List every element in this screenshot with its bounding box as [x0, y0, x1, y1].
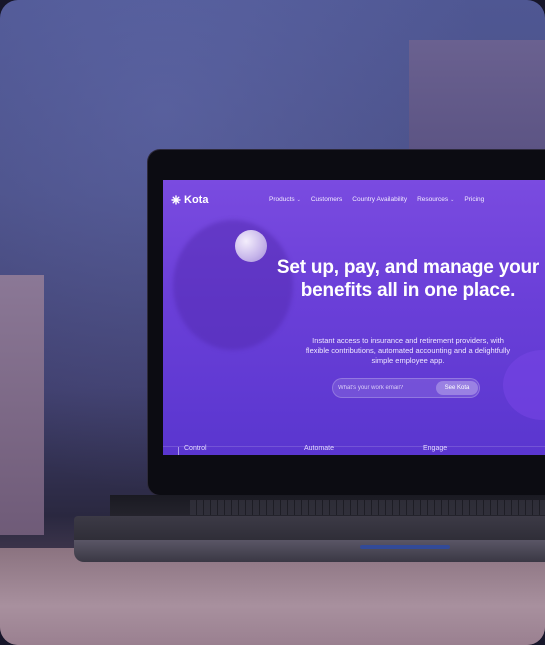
- decorative-orb: [235, 230, 267, 262]
- laptop-keys: [190, 500, 545, 515]
- laptop-notch: [360, 545, 450, 549]
- nav-item-customers[interactable]: Customers: [311, 196, 342, 203]
- nav-links: Products ⌄ Customers Country Availabilit…: [269, 196, 484, 203]
- scene: Kota Products ⌄ Customers Country Availa…: [0, 0, 545, 645]
- brand-name: Kota: [184, 194, 209, 206]
- chevron-down-icon: ⌄: [296, 196, 301, 203]
- hero-title: Set up, pay, and manage your benefits al…: [276, 257, 540, 301]
- chevron-down-icon: ⌄: [450, 196, 455, 203]
- nav-item-country-availability[interactable]: Country Availability: [352, 196, 407, 203]
- hero-subtitle: Instant access to insurance and retireme…: [305, 336, 511, 365]
- kota-star-icon: [171, 195, 181, 205]
- nav-item-label: Resources: [417, 196, 449, 203]
- tab-engage[interactable]: Engage: [423, 445, 447, 452]
- floor: [0, 548, 545, 645]
- background-box-left: [0, 275, 44, 535]
- laptop-base-front: [74, 540, 545, 562]
- see-kota-button[interactable]: See Kota: [436, 381, 478, 395]
- email-signup: See Kota: [332, 378, 480, 398]
- nav-item-label: Products: [269, 196, 295, 203]
- nav-item-pricing[interactable]: Pricing: [464, 196, 484, 203]
- email-field[interactable]: [338, 382, 428, 394]
- nav-item-products[interactable]: Products ⌄: [269, 196, 301, 203]
- feature-tabs: Control Automate Engage: [163, 445, 545, 455]
- brand-logo[interactable]: Kota: [171, 194, 208, 206]
- top-nav: Kota Products ⌄ Customers Country Availa…: [163, 194, 545, 210]
- tab-control[interactable]: Control: [184, 445, 207, 452]
- laptop-screen: Kota Products ⌄ Customers Country Availa…: [163, 180, 545, 455]
- background-box-right: [409, 40, 545, 160]
- tab-divider: [178, 447, 179, 455]
- tab-automate[interactable]: Automate: [304, 445, 334, 452]
- nav-item-resources[interactable]: Resources ⌄: [417, 196, 454, 203]
